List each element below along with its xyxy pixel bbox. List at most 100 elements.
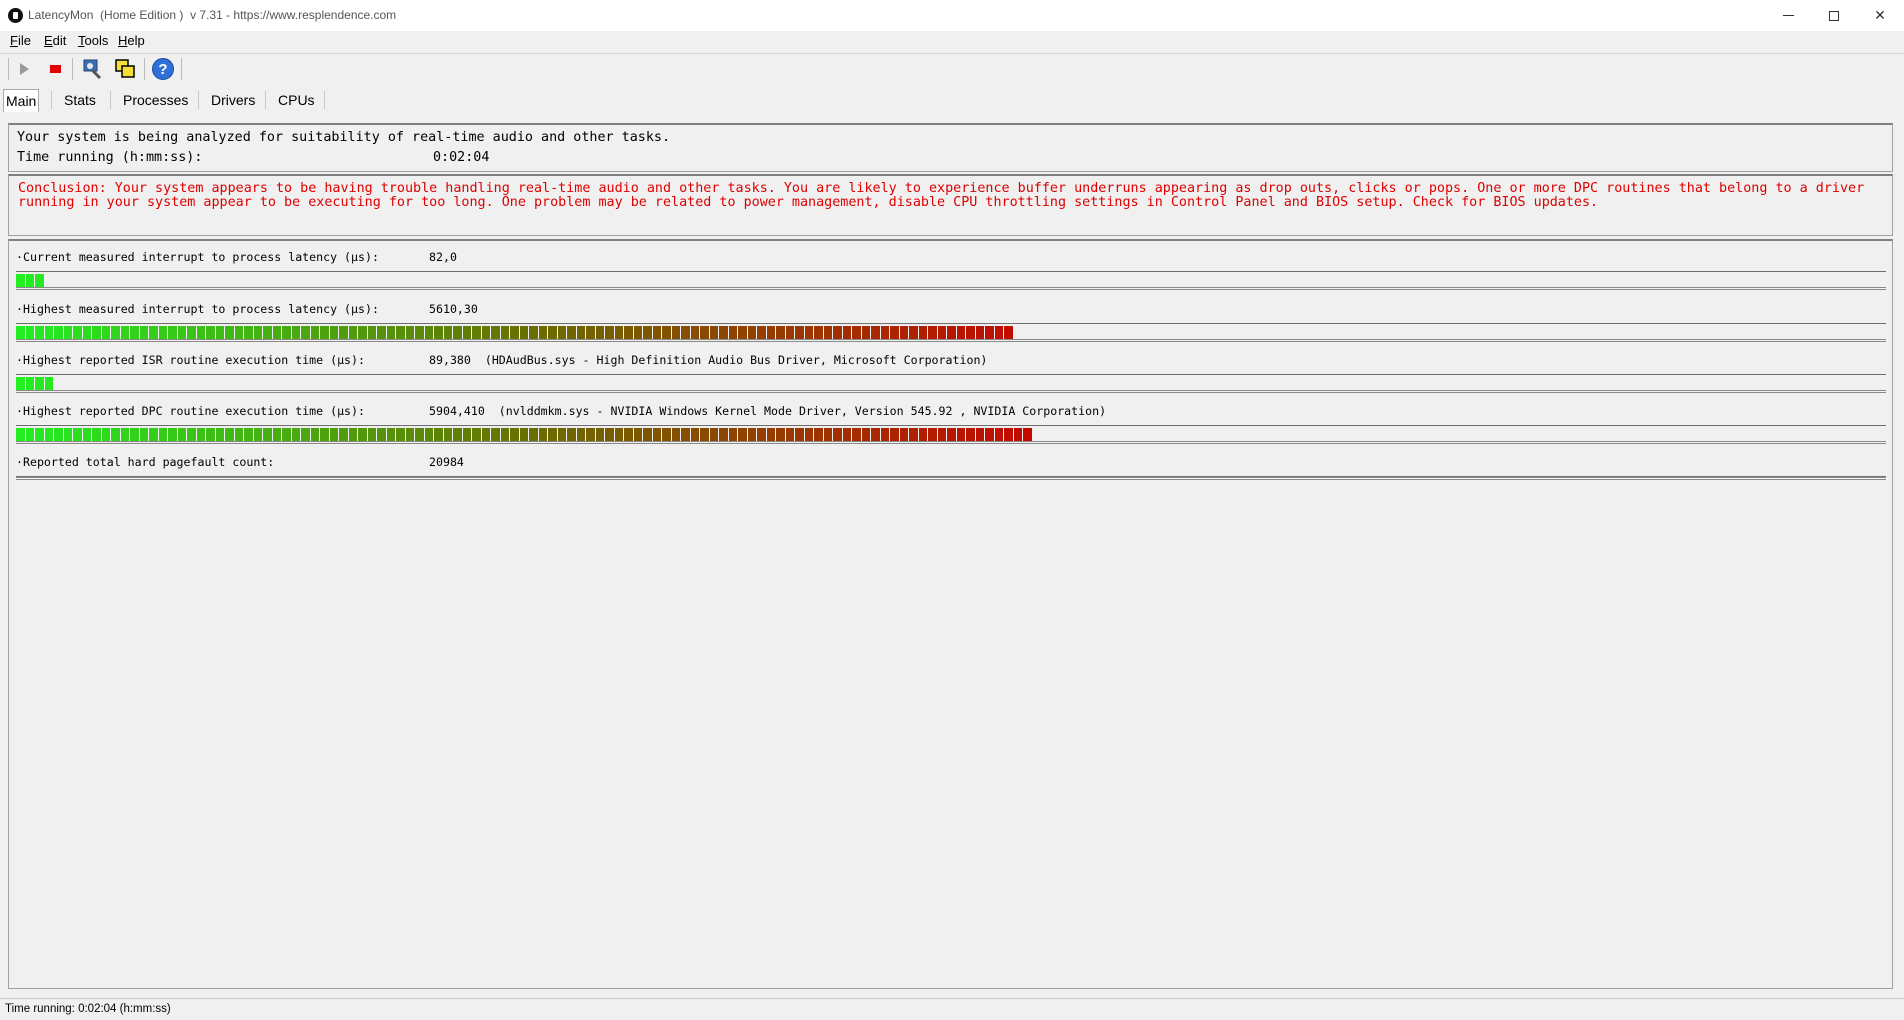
meter-segment <box>643 326 652 339</box>
meter-segment <box>985 326 994 339</box>
meter-segment <box>234 428 243 441</box>
current-latency-meter <box>16 271 1886 290</box>
meter-segment <box>35 377 44 390</box>
meter-segment <box>538 428 547 441</box>
meter-segment <box>282 326 291 339</box>
meter-segment <box>196 326 205 339</box>
start-button[interactable] <box>12 57 36 81</box>
menu-file[interactable]: File <box>10 33 31 48</box>
title-bar[interactable]: LatencyMon (Home Edition ) v 7.31 - http… <box>0 0 1904 31</box>
meter-segment <box>25 428 34 441</box>
tab-separator <box>51 91 52 109</box>
meter-segment <box>25 326 34 339</box>
meter-segment <box>766 428 775 441</box>
meter-segment <box>700 428 709 441</box>
meter-segment <box>215 428 224 441</box>
meter-segment <box>491 428 500 441</box>
analyze-button[interactable] <box>80 57 104 81</box>
meter-segment <box>73 326 82 339</box>
tab-cpus[interactable]: CPUs <box>276 89 317 111</box>
meter-segment <box>367 326 376 339</box>
meter-segment <box>320 326 329 339</box>
meter-segment <box>301 428 310 441</box>
menu-help-accel: H <box>118 33 128 48</box>
meter-segment <box>111 428 120 441</box>
tab-separator <box>110 91 111 109</box>
meter-segment <box>899 428 908 441</box>
windows-button[interactable] <box>113 57 137 81</box>
window-title: LatencyMon (Home Edition ) v 7.31 - http… <box>28 8 397 22</box>
meter-segment <box>462 428 471 441</box>
meter-segment <box>396 326 405 339</box>
meter-segment <box>586 428 595 441</box>
meter-segment <box>747 326 756 339</box>
metric-highest-latency-value: 5610,30 <box>429 302 478 316</box>
meter-segment <box>424 326 433 339</box>
meter-segment <box>785 326 794 339</box>
meter-segment <box>386 428 395 441</box>
meter-segment <box>320 428 329 441</box>
metric-highest-latency-label: ·Highest measured interrupt to process l… <box>16 302 379 316</box>
meter-segment <box>557 326 566 339</box>
meter-segment <box>519 428 528 441</box>
meter-segment <box>747 428 756 441</box>
meter-segment <box>82 326 91 339</box>
meter-segment <box>937 326 946 339</box>
minimize-button[interactable] <box>1765 0 1811 31</box>
maximize-button[interactable] <box>1811 0 1857 31</box>
meter-segment <box>120 428 129 441</box>
meter-segment <box>823 428 832 441</box>
meter-segment <box>282 428 291 441</box>
metric-dpc-time-label: ·Highest reported DPC routine execution … <box>16 404 366 418</box>
meter-segment <box>187 428 196 441</box>
meter-segment <box>795 326 804 339</box>
meter-segment <box>766 326 775 339</box>
stop-button[interactable] <box>43 57 67 81</box>
meter-segment <box>1013 428 1022 441</box>
meter-segment <box>823 326 832 339</box>
meter-segment <box>681 428 690 441</box>
meter-segment <box>44 326 53 339</box>
menu-edit[interactable]: Edit <box>44 33 66 48</box>
meter-segment <box>994 326 1003 339</box>
help-icon: ? <box>152 58 174 80</box>
meter-segment <box>206 428 215 441</box>
tab-processes[interactable]: Processes <box>121 89 190 111</box>
meter-segment <box>196 428 205 441</box>
meter-segment <box>443 428 452 441</box>
tab-main[interactable]: Main <box>3 89 40 112</box>
meter-segment <box>937 428 946 441</box>
meter-segment <box>63 326 72 339</box>
meter-segment <box>481 428 490 441</box>
meter-segment <box>177 326 186 339</box>
tab-stats[interactable]: Stats <box>62 89 98 111</box>
minimize-icon <box>1782 15 1794 16</box>
meter-segment <box>177 428 186 441</box>
conclusion-text: Conclusion: Your system appears to be ha… <box>18 181 1865 210</box>
meter-segment <box>614 428 623 441</box>
meter-segment <box>1023 428 1032 441</box>
meter-segment <box>814 326 823 339</box>
play-icon <box>20 63 29 75</box>
help-button[interactable]: ? <box>151 57 175 81</box>
menu-help[interactable]: Help <box>118 33 145 48</box>
tab-drivers[interactable]: Drivers <box>209 89 257 111</box>
meter-segment <box>139 428 148 441</box>
meter-segment <box>918 326 927 339</box>
meter-segment <box>538 326 547 339</box>
close-button[interactable]: ✕ <box>1857 0 1903 31</box>
meter-segment <box>130 326 139 339</box>
meter-segment <box>168 326 177 339</box>
meter-segment <box>405 326 414 339</box>
meter-segment <box>719 326 728 339</box>
meter-segment <box>595 326 604 339</box>
meter-segment <box>871 326 880 339</box>
meter-segment <box>519 326 528 339</box>
meter-segment <box>244 428 253 441</box>
menu-tools[interactable]: Tools <box>78 33 108 48</box>
meter-segment <box>149 326 158 339</box>
app-icon <box>8 8 23 23</box>
meter-segment <box>738 326 747 339</box>
meter-segment <box>548 428 557 441</box>
meter-segment <box>909 428 918 441</box>
